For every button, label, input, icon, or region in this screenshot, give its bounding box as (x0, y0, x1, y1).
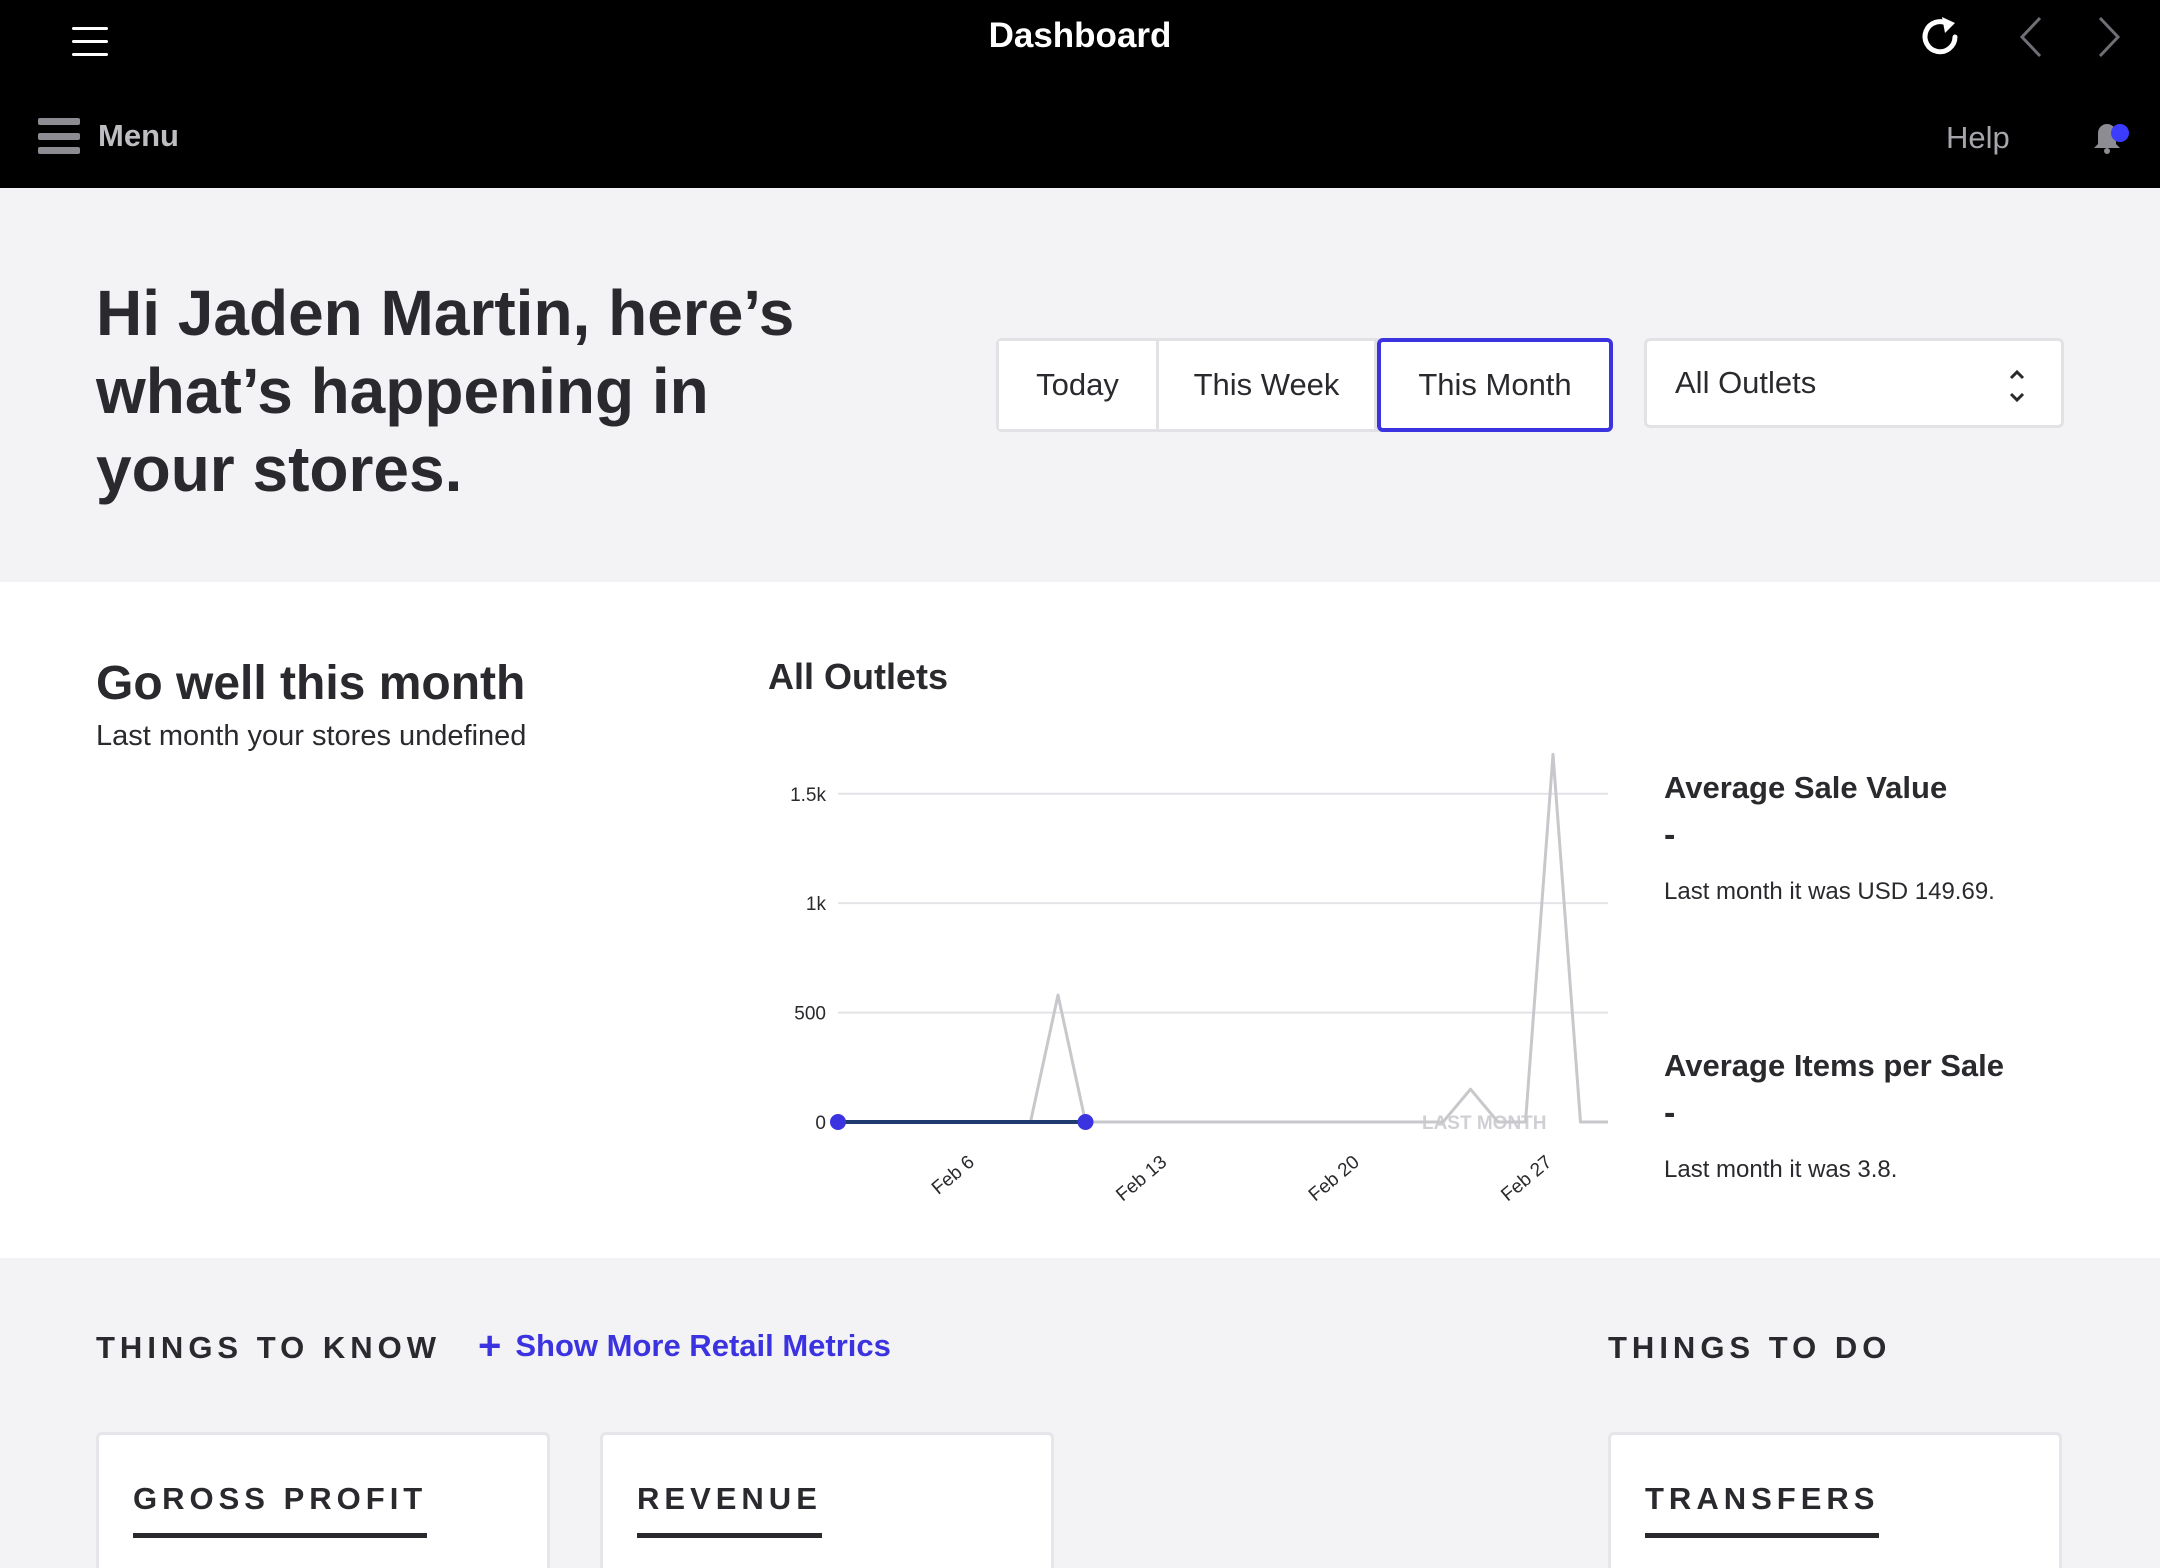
series-point (1077, 1114, 1094, 1130)
avg-sale-value-note: Last month it was USD 149.69. (1664, 878, 1995, 905)
avg-sale-value: - (1664, 816, 1676, 854)
greeting-heading: Hi Jaden Martin, here’s what’s happening… (96, 277, 795, 505)
refresh-icon[interactable] (1918, 14, 1964, 60)
avg-items-title: Average Items per Sale (1664, 1048, 2005, 1083)
x-tick-label: Feb 20 (1305, 1152, 1364, 1206)
last-month-series-line (838, 752, 1608, 1124)
forward-chevron-icon[interactable] (2094, 14, 2124, 60)
outlet-select-value: All Outlets (1675, 365, 1817, 400)
things-to-know-heading: THINGS TO KNOW (96, 1330, 441, 1365)
outlet-select[interactable]: All Outlets (1644, 338, 2064, 428)
range-this-week-button[interactable]: This Week (1159, 341, 1377, 429)
avg-sale-value-title: Average Sale Value (1664, 770, 1948, 805)
card-title: TRANSFERS (1645, 1481, 1880, 1538)
gross-profit-card[interactable]: GROSS PROFIT (96, 1432, 550, 1568)
series-point (830, 1114, 846, 1130)
summary-title: Go well this month (96, 657, 526, 710)
menu-label: Menu (98, 118, 179, 153)
summary-subtitle: Last month your stores undefined (96, 720, 527, 752)
avg-items-value: - (1664, 1094, 1676, 1132)
range-this-month-button[interactable]: This Month (1377, 338, 1613, 432)
avg-items-note: Last month it was 3.8. (1664, 1156, 1898, 1183)
menu-icon (38, 118, 80, 154)
back-chevron-icon[interactable] (2016, 14, 2046, 60)
select-arrows-icon (2009, 369, 2025, 403)
notification-dot (2111, 124, 2129, 142)
plus-icon: + (478, 1324, 502, 1368)
x-tick-label: Feb 27 (1497, 1152, 1556, 1206)
sales-line-chart: 05001k1.5kFeb 6 Feb 13 Feb 20 Feb 27LAST MO… (790, 752, 1608, 1206)
y-tick-label: 0 (815, 1113, 826, 1134)
card-title: REVENUE (637, 1481, 822, 1538)
top-app-bar: Dashboard Menu Help (0, 0, 2160, 188)
y-tick-label: 1.5k (790, 785, 826, 806)
show-more-metrics-link[interactable]: + Show More Retail Metrics (478, 1324, 891, 1368)
x-tick-label: Feb 6 (928, 1152, 979, 1199)
range-today-button[interactable]: Today (999, 341, 1159, 429)
card-title: GROSS PROFIT (133, 1481, 428, 1538)
page-title: Dashboard (988, 16, 1172, 55)
chart-title: All Outlets (768, 656, 949, 697)
revenue-card[interactable]: REVENUE (600, 1432, 1054, 1568)
date-range-toggle: Today This Week This Month (996, 338, 1613, 432)
things-to-do-heading: THINGS TO DO (1608, 1330, 1892, 1365)
transfers-card[interactable]: TRANSFERS (1608, 1432, 2062, 1568)
show-more-label: Show More Retail Metrics (515, 1328, 891, 1363)
menu-button[interactable]: Menu (38, 114, 179, 158)
x-tick-label: Feb 13 (1112, 1152, 1171, 1206)
y-tick-label: 1k (806, 894, 827, 915)
y-tick-label: 500 (794, 1004, 826, 1025)
help-link[interactable]: Help (1946, 120, 2010, 156)
